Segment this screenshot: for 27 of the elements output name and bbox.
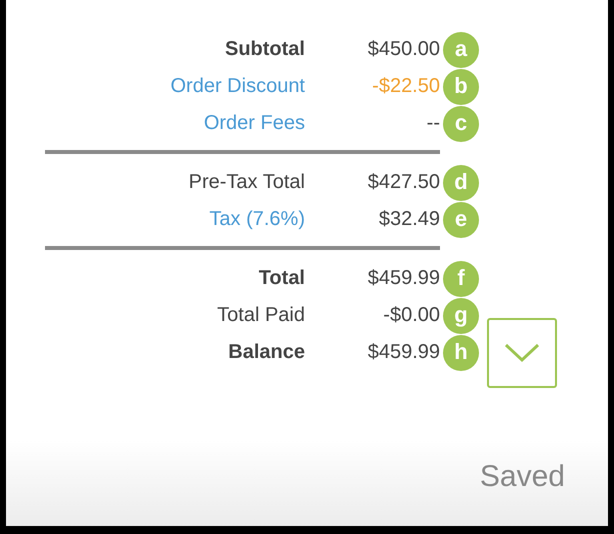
amount: $450.00 <box>368 38 440 61</box>
marker-badge: g <box>443 298 479 334</box>
row-label: Pre-Tax Total <box>188 171 305 194</box>
link[interactable]: Order Fees <box>45 112 305 135</box>
amount: -- <box>426 112 440 135</box>
amount: -$22.50 <box>372 75 440 98</box>
marker-badge: d <box>443 164 479 200</box>
amount: $459.99 <box>368 267 440 290</box>
checkmark-icon <box>504 343 540 363</box>
row-label: Subtotal <box>224 38 305 61</box>
marker-badge: a <box>443 32 479 68</box>
marker-badge: c <box>443 106 479 142</box>
amount: $459.99 <box>368 341 440 364</box>
row-label: Total Paid <box>216 304 305 327</box>
marker-badge: h <box>443 334 479 370</box>
save-status: Saved <box>480 460 565 494</box>
link[interactable]: Tax (7.6%) <box>45 208 305 231</box>
confirm-button[interactable] <box>487 318 557 388</box>
row-label: Balance <box>227 341 305 364</box>
marker-badge: e <box>443 202 479 238</box>
amount: -$0.00 <box>383 304 440 327</box>
amount: $32.49 <box>378 208 440 231</box>
link[interactable]: Order Discount <box>45 75 305 98</box>
row-label: Total <box>258 267 305 290</box>
marker-badge: f <box>443 260 479 296</box>
marker-badge: b <box>443 68 479 104</box>
amount: $427.50 <box>368 171 440 194</box>
